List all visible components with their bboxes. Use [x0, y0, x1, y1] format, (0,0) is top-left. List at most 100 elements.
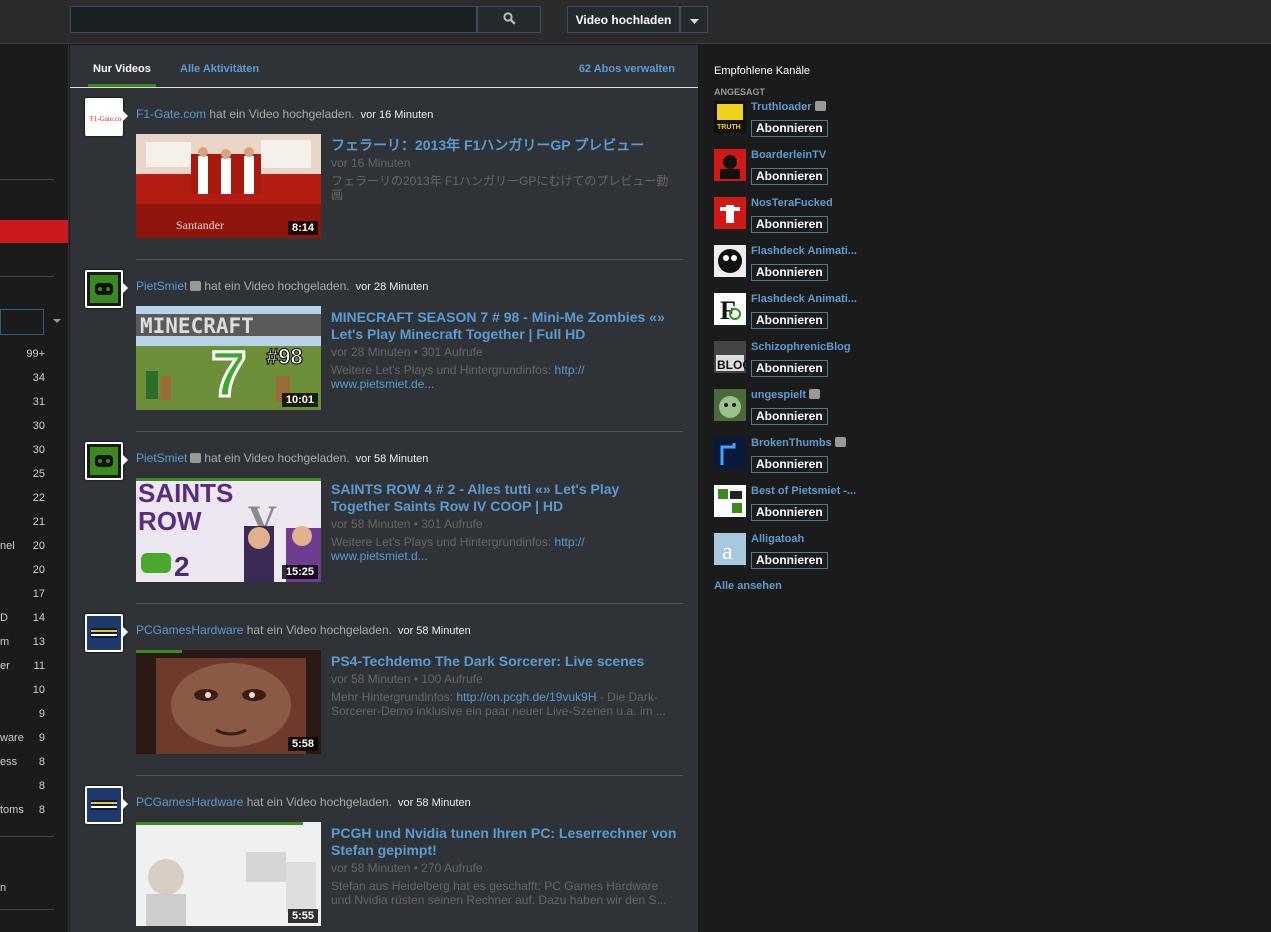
channel-avatar[interactable] [714, 389, 746, 421]
guide-item[interactable]: 9 [0, 703, 54, 727]
channel-name-link[interactable]: Flashdeck Animati... [751, 293, 857, 305]
channel-name-link[interactable]: ungespielt [751, 389, 823, 401]
feed-item: F1-Gate.comF1-Gate.com hat ein Video hoc… [70, 92, 698, 264]
tab-all-activity[interactable]: Alle Aktivitäten [180, 63, 259, 75]
search-button[interactable] [477, 6, 541, 33]
guide-item-active[interactable] [0, 220, 68, 243]
channel-name[interactable]: Alligatoah [751, 533, 804, 545]
channel-name-link[interactable]: SchizophrenicBlog [751, 341, 851, 353]
channel-name[interactable]: Flashdeck Animati... [751, 293, 857, 305]
tab-videos-only[interactable]: Nur Videos [93, 63, 151, 75]
video-title-link[interactable]: SAINTS ROW 4 # 2 - Alles tutti «» Let's … [331, 481, 681, 515]
channel-link[interactable]: PietSmiet [136, 279, 187, 293]
video-title-link[interactable]: PCGH und Nvidia tunen Ihren PC: Leserrec… [331, 825, 681, 859]
channel-name-link[interactable]: NosTeraFucked [751, 197, 833, 209]
video-title-link[interactable]: フェラーリ：2013年 F1ハンガリーGP プレビュー [331, 137, 681, 154]
subscribe-button[interactable]: Abonnieren [751, 456, 828, 473]
channel-name-link[interactable]: Truthloader [751, 101, 829, 113]
channel-name[interactable]: ungespielt [751, 389, 806, 401]
guide-item[interactable]: ware 9 [0, 727, 54, 751]
video-thumbnail[interactable]: 5:55 [136, 822, 321, 926]
divider [136, 603, 683, 604]
guide-item[interactable]: 34 [0, 367, 54, 391]
guide-item[interactable]: 30 [0, 439, 54, 463]
svg-text:2: 2 [174, 551, 190, 582]
guide-item[interactable]: 25 [0, 463, 54, 487]
channel-name[interactable]: SchizophrenicBlog [751, 341, 851, 353]
chevron-down-icon[interactable] [53, 319, 61, 323]
guide-item[interactable]: toms 8 [0, 799, 54, 823]
guide-item[interactable]: 20 [0, 559, 54, 583]
guide-item[interactable]: 17 [0, 583, 54, 607]
unread-count: 22 [32, 492, 45, 504]
guide-filter-input[interactable] [0, 309, 44, 335]
svg-text:SAINTS: SAINTS [138, 478, 233, 508]
channel-name[interactable]: Truthloader [751, 101, 812, 113]
channel-avatar[interactable] [85, 614, 123, 652]
verified-icon [190, 281, 202, 291]
guide-item[interactable]: m 13 [0, 631, 54, 655]
subscribe-button[interactable]: Abonnieren [751, 168, 828, 185]
channel-name[interactable]: BoarderleinTV [751, 149, 826, 161]
channel-name[interactable]: BrokenThumbs [751, 437, 832, 449]
channel-avatar[interactable] [714, 197, 746, 229]
upload-video-button[interactable]: Video hochladen [567, 6, 680, 33]
subscribe-button[interactable]: Abonnieren [751, 408, 828, 425]
guide-item[interactable]: 99+ [0, 343, 54, 367]
channel-avatar[interactable]: F1-Gate.com [85, 98, 123, 136]
guide-item[interactable]: 22 [0, 487, 54, 511]
guide-item[interactable]: 21 [0, 511, 54, 535]
channel-name-link[interactable]: Best of Pietsmiet -... [751, 485, 856, 497]
channel-name-link[interactable]: BrokenThumbs [751, 437, 849, 449]
channel-avatar[interactable]: TRUTH [714, 101, 746, 133]
channel-name[interactable]: Best of Pietsmiet -... [751, 485, 856, 497]
video-thumbnail[interactable]: MINECRAFT 7 #98 10:01 [136, 306, 321, 410]
channel-avatar[interactable] [85, 270, 123, 308]
manage-subscriptions-link[interactable]: 62 Abos verwalten [579, 63, 675, 75]
subscribe-button[interactable]: Abonnieren [751, 552, 828, 569]
subscribe-button[interactable]: Abonnieren [751, 312, 828, 329]
subscribe-button[interactable]: Abonnieren [751, 120, 828, 137]
channel-avatar[interactable] [714, 437, 746, 469]
video-thumbnail[interactable]: 5:58 [136, 650, 321, 754]
guide-item[interactable]: 31 [0, 391, 54, 415]
guide-item[interactable]: D 14 [0, 607, 54, 631]
channel-avatar[interactable]: a [714, 533, 746, 565]
subscribe-button[interactable]: Abonnieren [751, 216, 828, 233]
guide-item[interactable]: nel 20 [0, 535, 54, 559]
channel-name-link[interactable]: Alligatoah [751, 533, 804, 545]
video-thumbnail[interactable]: Santander 8:14 [136, 134, 321, 238]
channel-link[interactable]: PietSmiet [136, 451, 187, 465]
subscribe-button[interactable]: Abonnieren [751, 504, 828, 521]
channel-name[interactable]: NosTeraFucked [751, 197, 833, 209]
channel-link[interactable]: F1-Gate.com [136, 107, 206, 121]
subscribe-button[interactable]: Abonnieren [751, 264, 828, 281]
channel-avatar[interactable] [85, 786, 123, 824]
video-title-link[interactable]: MINECRAFT SEASON 7 # 98 - Mini-Me Zombie… [331, 309, 681, 343]
see-all-link[interactable]: Alle ansehen [714, 580, 782, 592]
video-thumbnail[interactable]: SAINTS ROW V 2 15:25 [136, 478, 321, 582]
channel-avatar[interactable]: BLOG [714, 341, 746, 373]
channel-avatar[interactable] [714, 485, 746, 517]
guide-item[interactable]: ess 8 [0, 751, 54, 775]
guide-item[interactable]: 30 [0, 415, 54, 439]
subscribe-button[interactable]: Abonnieren [751, 360, 828, 377]
guide-item[interactable]: er 11 [0, 655, 54, 679]
guide-item[interactable]: 8 [0, 775, 54, 799]
description-link[interactable]: http://on.pcgh.de/19vuk9H [456, 690, 596, 704]
channel-name[interactable]: Flashdeck Animati... [751, 245, 857, 257]
channel-avatar[interactable]: F [714, 293, 746, 325]
channel-link[interactable]: PCGamesHardware [136, 623, 243, 637]
guide-item[interactable]: 10 [0, 679, 54, 703]
channel-link[interactable]: PCGamesHardware [136, 795, 243, 809]
channel-avatar[interactable] [714, 149, 746, 181]
channel-avatar[interactable] [714, 245, 746, 277]
channel-name-link[interactable]: Flashdeck Animati... [751, 245, 857, 257]
guide-item[interactable]: n [0, 877, 54, 901]
video-title-link[interactable]: PS4-Techdemo The Dark Sorcerer: Live sce… [331, 653, 681, 670]
upload-menu-button[interactable] [680, 6, 708, 33]
search-input[interactable] [70, 6, 477, 33]
channel-name-link[interactable]: BoarderleinTV [751, 149, 826, 161]
channel-avatar[interactable] [85, 442, 123, 480]
chevron-down-icon [689, 13, 699, 27]
